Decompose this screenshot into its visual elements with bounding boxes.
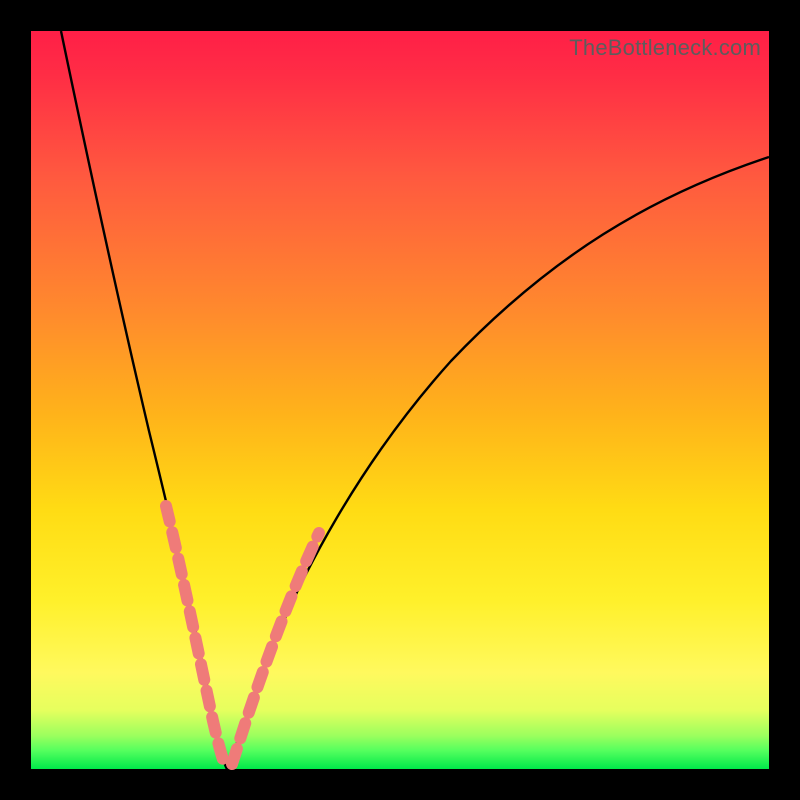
- curve-layer: [31, 31, 769, 769]
- marker-band-right: [232, 533, 319, 764]
- marker-band-left: [166, 506, 225, 766]
- watermark-text: TheBottleneck.com: [569, 35, 761, 61]
- chart-frame: TheBottleneck.com: [0, 0, 800, 800]
- plot-area: TheBottleneck.com: [31, 31, 769, 769]
- bottleneck-curve-right: [227, 157, 769, 769]
